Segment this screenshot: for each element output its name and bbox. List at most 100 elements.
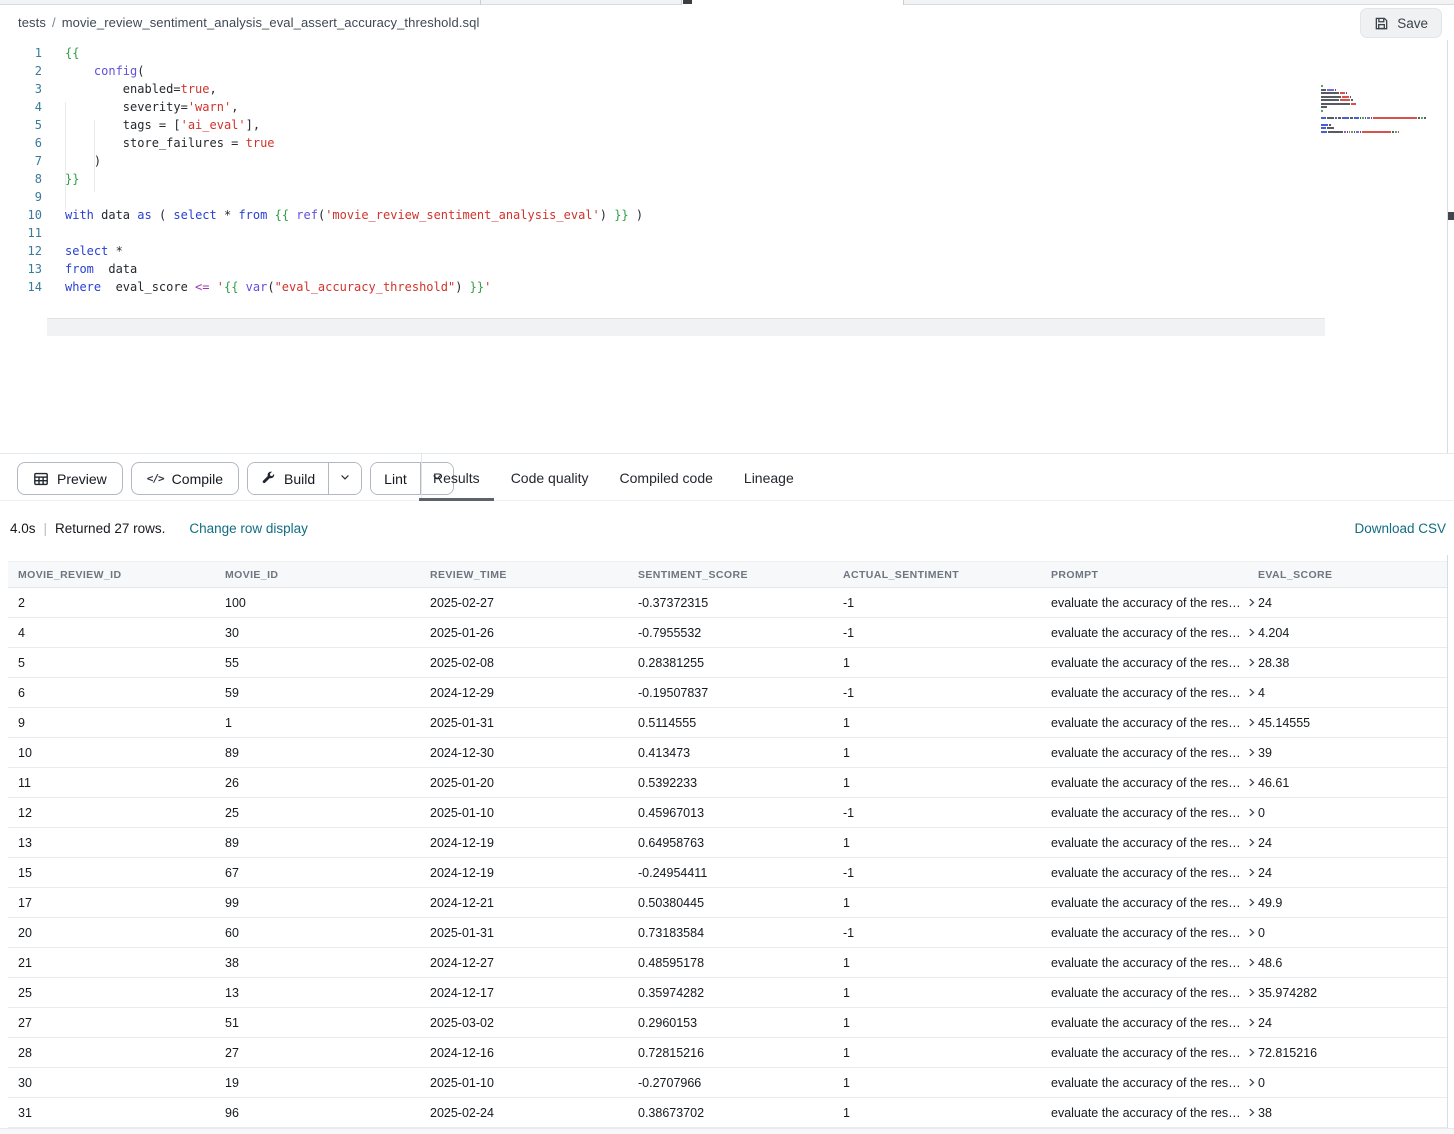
- build-dropdown-toggle[interactable]: [328, 463, 361, 494]
- table-row: 28272024-12-160.728152161evaluate the ac…: [8, 1038, 1447, 1068]
- lint-button-label: Lint: [384, 471, 407, 487]
- cell-movie_review_id: 4: [18, 626, 225, 640]
- prompt-preview-text: evaluate the accuracy of the res…: [1051, 986, 1241, 1000]
- tab-lineage[interactable]: Lineage: [730, 454, 808, 501]
- horizontal-scrollbar-track[interactable]: [0, 1128, 1454, 1134]
- prompt-expand-chevron-icon[interactable]: [1246, 867, 1257, 878]
- breadcrumb-separator: /: [52, 15, 56, 30]
- change-row-display-link[interactable]: Change row display: [189, 521, 308, 536]
- prompt-expand-chevron-icon[interactable]: [1246, 837, 1257, 848]
- cell-review_time: 2024-12-30: [430, 746, 638, 760]
- cell-movie_review_id: 6: [18, 686, 225, 700]
- prompt-expand-chevron-icon[interactable]: [1246, 1017, 1257, 1028]
- cell-review_time: 2024-12-21: [430, 896, 638, 910]
- sql-code-editor[interactable]: 1{{2 config(3 enabled=true,4 severity='w…: [0, 40, 1447, 453]
- build-button-label: Build: [284, 471, 315, 487]
- prompt-preview-text: evaluate the accuracy of the res…: [1051, 866, 1241, 880]
- prompt-expand-chevron-icon[interactable]: [1246, 927, 1257, 938]
- code-line: 5 tags = ['ai_eval'],: [0, 116, 1447, 134]
- cell-movie_review_id: 12: [18, 806, 225, 820]
- prompt-expand-chevron-icon[interactable]: [1246, 987, 1257, 998]
- cell-movie_id: 19: [225, 1076, 430, 1090]
- cell-movie_id: 30: [225, 626, 430, 640]
- cell-actual_sentiment: 1: [843, 716, 1051, 730]
- save-button[interactable]: Save: [1360, 8, 1442, 38]
- code-line: 12select *: [0, 242, 1447, 260]
- cell-actual_sentiment: -1: [843, 686, 1051, 700]
- download-csv-link[interactable]: Download CSV: [1354, 521, 1446, 536]
- cell-movie_id: 89: [225, 746, 430, 760]
- prompt-expand-chevron-icon[interactable]: [1246, 717, 1257, 728]
- results-status-bar: 4.0s | Returned 27 rows. Change row disp…: [0, 501, 1454, 555]
- line-number: 4: [0, 98, 42, 116]
- tab-compiled-code[interactable]: Compiled code: [606, 454, 727, 501]
- cell-sentiment_score: -0.19507837: [638, 686, 843, 700]
- table-grid-icon: [33, 471, 49, 487]
- preview-button[interactable]: Preview: [17, 462, 123, 495]
- query-duration: 4.0s: [10, 521, 36, 536]
- code-line: 14where eval_score <= '{{ var("eval_accu…: [0, 278, 1447, 296]
- tab-marker: [683, 0, 692, 4]
- cell-sentiment_score: 0.48595178: [638, 956, 843, 970]
- code-line: 3 enabled=true,: [0, 80, 1447, 98]
- cell-movie_review_id: 2: [18, 596, 225, 610]
- column-header-review_time: REVIEW_TIME: [430, 569, 638, 581]
- editor-action-buttons: Preview </> Compile Build: [17, 462, 454, 495]
- prompt-expand-chevron-icon[interactable]: [1246, 747, 1257, 758]
- code-line: 7 ): [0, 152, 1447, 170]
- table-row: 31962025-02-240.386737021evaluate the ac…: [8, 1098, 1447, 1128]
- prompt-preview-text: evaluate the accuracy of the res…: [1051, 1076, 1241, 1090]
- build-button[interactable]: Build: [248, 463, 328, 494]
- cell-movie_review_id: 9: [18, 716, 225, 730]
- tab-code-quality[interactable]: Code quality: [497, 454, 603, 501]
- table-row: 21002025-02-27-0.37372315-1evaluate the …: [8, 588, 1447, 618]
- cell-sentiment_score: 0.35974282: [638, 986, 843, 1000]
- compile-button[interactable]: </> Compile: [131, 462, 239, 495]
- code-lines: 1{{2 config(3 enabled=true,4 severity='w…: [0, 44, 1447, 296]
- prompt-preview-text: evaluate the accuracy of the res…: [1051, 656, 1241, 670]
- cell-movie_id: 1: [225, 716, 430, 730]
- cell-movie_id: 100: [225, 596, 430, 610]
- cell-eval_score: 72.815216: [1258, 1046, 1447, 1060]
- cell-eval_score: 24: [1258, 836, 1447, 850]
- code-line: 9: [0, 188, 1447, 206]
- tab-results[interactable]: Results: [419, 454, 494, 501]
- cell-movie_review_id: 21: [18, 956, 225, 970]
- cell-sentiment_score: 0.50380445: [638, 896, 843, 910]
- cell-sentiment_score: 0.2960153: [638, 1016, 843, 1030]
- active-line-highlight: [47, 318, 1325, 336]
- cell-review_time: 2025-03-02: [430, 1016, 638, 1030]
- prompt-expand-chevron-icon[interactable]: [1246, 957, 1257, 968]
- prompt-expand-chevron-icon[interactable]: [1246, 1047, 1257, 1058]
- cell-actual_sentiment: -1: [843, 626, 1051, 640]
- column-header-sentiment_score: SENTIMENT_SCORE: [638, 569, 843, 581]
- cell-prompt: evaluate the accuracy of the res…: [1051, 596, 1258, 610]
- cell-prompt: evaluate the accuracy of the res…: [1051, 1076, 1258, 1090]
- cell-actual_sentiment: 1: [843, 746, 1051, 760]
- prompt-expand-chevron-icon[interactable]: [1246, 897, 1257, 908]
- prompt-expand-chevron-icon[interactable]: [1246, 777, 1257, 788]
- prompt-expand-chevron-icon[interactable]: [1246, 687, 1257, 698]
- prompt-expand-chevron-icon[interactable]: [1246, 657, 1257, 668]
- prompt-expand-chevron-icon[interactable]: [1246, 627, 1257, 638]
- prompt-expand-chevron-icon[interactable]: [1246, 807, 1257, 818]
- prompt-preview-text: evaluate the accuracy of the res…: [1051, 926, 1241, 940]
- table-row: 11262025-01-200.53922331evaluate the acc…: [8, 768, 1447, 798]
- prompt-expand-chevron-icon[interactable]: [1246, 1077, 1257, 1088]
- prompt-expand-chevron-icon[interactable]: [1246, 1107, 1257, 1118]
- line-number: 11: [0, 224, 42, 242]
- cell-movie_review_id: 20: [18, 926, 225, 940]
- line-number: 7: [0, 152, 42, 170]
- code-minimap[interactable]: [1321, 85, 1433, 134]
- cell-review_time: 2025-02-27: [430, 596, 638, 610]
- save-icon: [1374, 16, 1389, 31]
- cell-movie_id: 25: [225, 806, 430, 820]
- lint-button[interactable]: Lint: [371, 463, 420, 494]
- editor-scrollbar-thumb[interactable]: [1448, 212, 1454, 220]
- wrench-icon: [261, 470, 276, 488]
- prompt-expand-chevron-icon[interactable]: [1246, 597, 1257, 608]
- cell-actual_sentiment: 1: [843, 986, 1051, 1000]
- cell-prompt: evaluate the accuracy of the res…: [1051, 1106, 1258, 1120]
- cell-eval_score: 24: [1258, 866, 1447, 880]
- table-header-row: MOVIE_REVIEW_IDMOVIE_IDREVIEW_TIMESENTIM…: [8, 561, 1447, 588]
